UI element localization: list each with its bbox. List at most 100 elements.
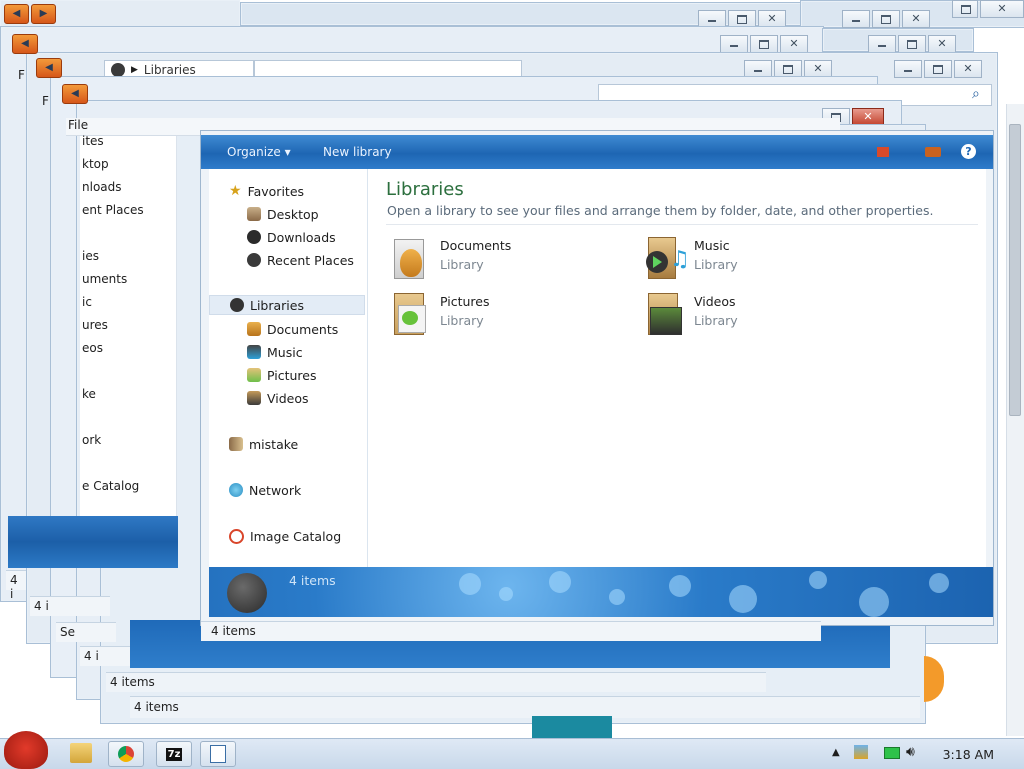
- nav-downloads-label: Downloads: [267, 229, 336, 245]
- back-button[interactable]: ◀: [4, 4, 29, 24]
- nav-downloads[interactable]: Downloads: [247, 227, 336, 247]
- library-kind: Library: [440, 257, 484, 272]
- library-pictures[interactable]: Pictures Library: [390, 291, 620, 339]
- library-kind: Library: [440, 313, 484, 328]
- back-forward-buttons-3[interactable]: ◀: [36, 58, 88, 78]
- library-kind: Library: [694, 257, 738, 272]
- downloads-icon: [247, 230, 261, 244]
- breadcrumb-arrow-icon: ▶: [131, 65, 138, 75]
- nav-pictures-label: Pictures: [267, 367, 317, 383]
- ghost-status-6: 4 items: [130, 696, 920, 718]
- nav-documents[interactable]: Documents: [247, 319, 338, 339]
- libraries-icon: [230, 298, 244, 312]
- show-hidden-icons[interactable]: ▲: [832, 747, 840, 758]
- back-forward-buttons-4[interactable]: ◀: [62, 84, 114, 104]
- help-icon[interactable]: ?: [961, 144, 976, 159]
- maximize-button[interactable]: [898, 35, 926, 53]
- command-bar: Organize ▾ New library ?: [201, 135, 993, 169]
- close-button[interactable]: [928, 35, 956, 53]
- videos-icon: [247, 391, 261, 405]
- nav-network[interactable]: Network: [229, 480, 301, 500]
- minimize-button[interactable]: [868, 35, 896, 53]
- library-documents[interactable]: Documents Library: [390, 235, 620, 283]
- ghost-menu-f2: F: [42, 94, 49, 108]
- music-library-icon: ♫: [644, 235, 690, 281]
- back-button[interactable]: ◀: [36, 58, 62, 78]
- web-button-partial: [532, 716, 612, 738]
- ghost-status-5: 4 items: [106, 672, 766, 692]
- back-forward-buttons-2[interactable]: ◀: [12, 34, 64, 54]
- back-forward-buttons[interactable]: ◀ ▶: [4, 4, 56, 24]
- divider: [386, 224, 978, 225]
- nav-network-label: Network: [249, 482, 302, 498]
- close-button[interactable]: [980, 0, 1024, 18]
- web-orange-shape: [924, 656, 944, 702]
- library-music[interactable]: ♫ Music Library: [644, 235, 874, 283]
- angry-birds-start-icon[interactable]: [4, 731, 48, 769]
- minimize-button[interactable]: [894, 60, 922, 78]
- view-options-icon[interactable]: [877, 147, 889, 157]
- taskbar: 7z ▲ 🔊︎ 3:18 AM: [0, 731, 1024, 769]
- network-tray-icon[interactable]: [854, 745, 868, 759]
- ghost-status-2: 4 i: [30, 596, 110, 616]
- forward-button[interactable]: ▶: [31, 4, 56, 24]
- nav-libraries-label: Libraries: [250, 297, 304, 313]
- back-button[interactable]: ◀: [12, 34, 38, 54]
- details-item-count: 4 items: [289, 573, 336, 588]
- ghost-nav-item-12: e Catalog: [82, 479, 140, 493]
- nav-desktop-label: Desktop: [267, 206, 319, 222]
- volume-tray-icon[interactable]: 🔊︎: [906, 744, 915, 760]
- status-bar: 4 items: [201, 621, 821, 641]
- search-icon[interactable]: ⌕: [972, 86, 980, 102]
- breadcrumb-libraries[interactable]: Libraries: [144, 63, 196, 77]
- nav-image-catalog[interactable]: Image Catalog: [229, 526, 341, 546]
- close-button[interactable]: [954, 60, 982, 78]
- desktop-icon: [247, 207, 261, 221]
- ghost-status-text-4: 4 i: [84, 649, 99, 663]
- close-button[interactable]: [780, 35, 808, 53]
- 7zip-task-button[interactable]: 7z: [156, 741, 192, 767]
- navigation-pane: ★ Favorites Desktop Downloads Recent Pla…: [209, 169, 368, 567]
- libraries-large-icon: [227, 573, 267, 613]
- maximize-button[interactable]: [924, 60, 952, 78]
- star-icon: ★: [229, 183, 242, 199]
- chrome-task-button[interactable]: [108, 741, 144, 767]
- notepad-task-button[interactable]: [200, 741, 236, 767]
- network-icon: [229, 483, 243, 497]
- maximize-button[interactable]: [750, 35, 778, 53]
- restore-button[interactable]: [952, 0, 978, 18]
- ghost-nav-item-9: eos: [82, 341, 103, 355]
- page-scrollbar[interactable]: [1006, 104, 1024, 736]
- nav-music-label: Music: [267, 344, 303, 360]
- homegroup-icon: [229, 437, 243, 451]
- new-library-button[interactable]: New library: [323, 145, 392, 159]
- scrollbar-thumb[interactable]: [1009, 124, 1021, 416]
- nav-favorites[interactable]: ★ Favorites: [229, 181, 304, 201]
- minimize-button[interactable]: [720, 35, 748, 53]
- nav-libraries[interactable]: Libraries: [209, 295, 365, 315]
- ghost-status-text-5: 4 items: [110, 675, 155, 689]
- close-button[interactable]: [902, 10, 930, 28]
- library-videos[interactable]: Videos Library: [644, 291, 874, 339]
- ghost-nav-item-6: uments: [82, 272, 128, 286]
- nav-music[interactable]: Music: [247, 342, 303, 362]
- preview-pane-icon[interactable]: [925, 147, 941, 157]
- library-name: Documents: [440, 238, 512, 253]
- minimize-button[interactable]: [842, 10, 870, 28]
- maximize-button[interactable]: [872, 10, 900, 28]
- organize-button[interactable]: Organize ▾: [227, 145, 291, 159]
- nav-pictures[interactable]: Pictures: [247, 365, 317, 385]
- ghost-nav-item-5: ies: [82, 249, 99, 263]
- 7zip-icon: 7z: [165, 747, 183, 761]
- notepad-icon: [210, 745, 226, 763]
- nav-desktop[interactable]: Desktop: [247, 204, 319, 224]
- nav-recent-places[interactable]: Recent Places: [247, 250, 354, 270]
- explorer-icon[interactable]: [70, 743, 92, 763]
- ghost-nav-item-8: ures: [82, 318, 108, 332]
- taskbar-clock[interactable]: 3:18 AM: [943, 747, 994, 762]
- nav-videos[interactable]: Videos: [247, 388, 309, 408]
- ghost-status-text-3: Se: [60, 625, 75, 639]
- back-button[interactable]: ◀: [62, 84, 88, 104]
- nav-homegroup[interactable]: mistake: [229, 434, 298, 454]
- battery-tray-icon[interactable]: [884, 747, 900, 759]
